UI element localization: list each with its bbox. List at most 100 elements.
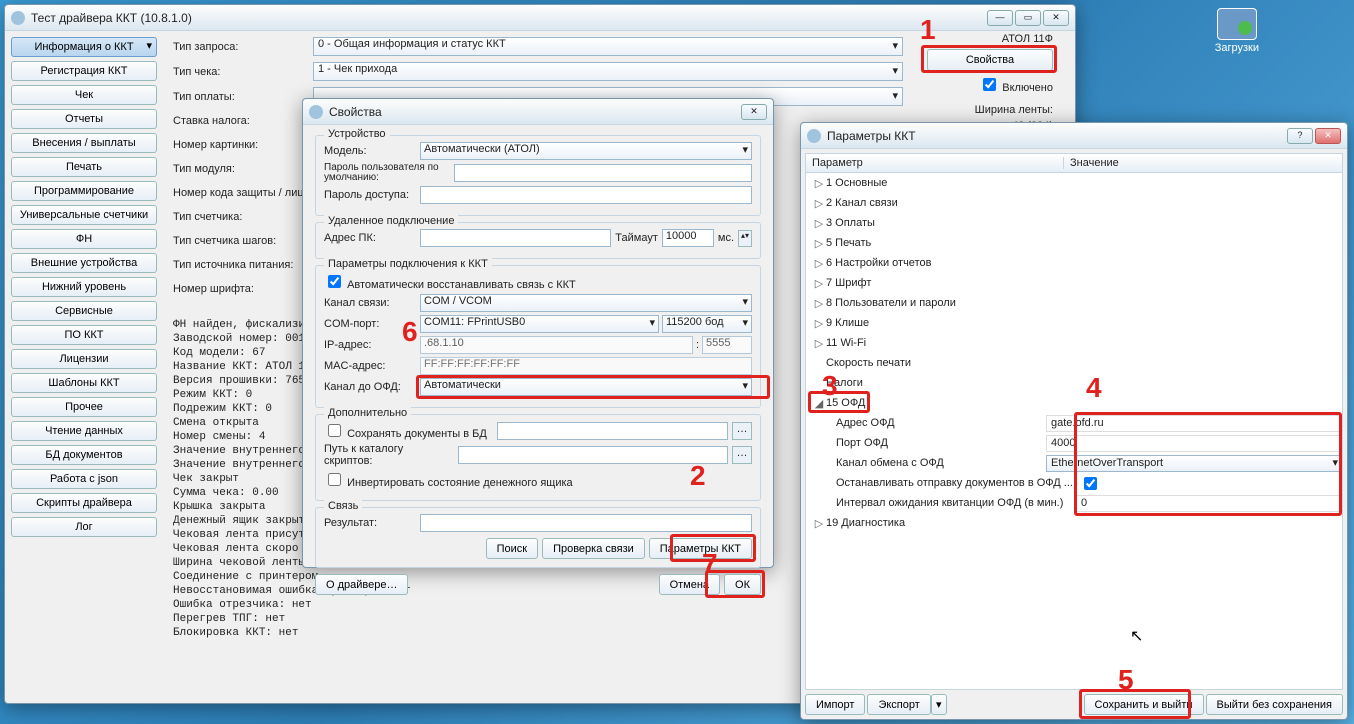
sidebar-item-reg[interactable]: Регистрация ККТ [11, 61, 157, 81]
props-titlebar[interactable]: Свойства ✕ [303, 99, 773, 125]
col-param-label: Параметр [806, 157, 1064, 169]
sidebar-item-prog[interactable]: Программирование [11, 181, 157, 201]
reqtype-select[interactable]: 0 - Общая информация и статус ККТ [313, 37, 903, 56]
sidebar-item-misc[interactable]: Прочее [11, 397, 157, 417]
browse-db-button[interactable]: … [732, 422, 752, 440]
ofdch-label: Канал до ОФД: [324, 381, 420, 393]
invert-checkbox[interactable]: Инвертировать состояние денежного ящика [324, 470, 573, 489]
tree-node[interactable]: ▷8 Пользователи и пароли [806, 293, 1342, 313]
check-conn-button[interactable]: Проверка связи [542, 538, 645, 559]
ofd-interval-row[interactable]: Интервал ожидания квитанции ОФД (в мин.)… [806, 493, 1342, 513]
sidebar-item-ext[interactable]: Внешние устройства [11, 253, 157, 273]
tree-node[interactable]: ▷7 Шрифт [806, 273, 1342, 293]
main-titlebar[interactable]: Тест драйвера ККТ (10.8.1.0) — ▭ ✕ [5, 5, 1075, 31]
save-exit-button[interactable]: Сохранить и выйти [1084, 694, 1204, 715]
ofdch-select[interactable]: Автоматически [420, 378, 752, 396]
pcaddr-label: Адрес ПК: [324, 232, 420, 244]
tree-node[interactable]: Налоги [806, 373, 1342, 393]
sidebar-item-db[interactable]: БД документов [11, 445, 157, 465]
about-button[interactable]: О драйвере… [315, 574, 408, 595]
tree-node[interactable]: ▷3 Оплаты [806, 213, 1342, 233]
tree-node[interactable]: ▷5 Печать [806, 233, 1342, 253]
props-button[interactable]: Свойства [927, 49, 1053, 71]
sidebar-item-tpl[interactable]: Шаблоны ККТ [11, 373, 157, 393]
params-titlebar[interactable]: Параметры ККТ ? ✕ [801, 123, 1347, 149]
ip-input[interactable]: .68.1.10 [420, 336, 693, 354]
pwd-access-input[interactable] [420, 186, 752, 204]
tree-node[interactable]: ▷2 Канал связи [806, 193, 1342, 213]
sidebar-item-scripts[interactable]: Скрипты драйвера [11, 493, 157, 513]
params-kkt-button[interactable]: Параметры ККТ [649, 538, 752, 559]
ofd-addr-row[interactable]: Адрес ОФДgate.ofd.ru [806, 413, 1342, 433]
exit-nosave-button[interactable]: Выйти без сохранения [1206, 694, 1344, 715]
search-button[interactable]: Поиск [486, 538, 538, 559]
scriptpath-label: Путь к каталогу скриптов: [324, 443, 454, 467]
chktype-label: Тип чека: [173, 66, 313, 78]
import-button[interactable]: Импорт [805, 694, 865, 715]
ofd-port-value[interactable]: 4000 [1046, 435, 1342, 452]
sidebar-item-svc[interactable]: Сервисные [11, 301, 157, 321]
ok-button[interactable]: ОК [724, 574, 761, 595]
sidebar-item-lic[interactable]: Лицензии [11, 349, 157, 369]
props-close-button[interactable]: ✕ [741, 104, 767, 120]
channel-select[interactable]: COM / VCOM [420, 294, 752, 312]
pcaddr-input[interactable] [420, 229, 611, 247]
ofd-channel-value[interactable]: EthernetOverTransport [1046, 455, 1342, 472]
cancel-button[interactable]: Отмена [659, 574, 720, 595]
export-button[interactable]: Экспорт [867, 694, 930, 715]
ofd-stop-value[interactable] [1076, 474, 1342, 493]
minimize-button[interactable]: — [987, 10, 1013, 26]
enabled-checkbox[interactable]: Включено [927, 75, 1053, 94]
model-select[interactable]: Автоматически (АТОЛ) [420, 142, 752, 160]
ofd-addr-value[interactable]: gate.ofd.ru [1046, 415, 1342, 432]
sidebar-item-pokkt[interactable]: ПО ККТ [11, 325, 157, 345]
sidebar-item-deposits[interactable]: Внесения / выплаты [11, 133, 157, 153]
ofd-interval-value[interactable]: 0 [1076, 495, 1342, 512]
ip-label: IP-адрес: [324, 339, 420, 351]
tree-node[interactable]: ▷19 Диагностика [806, 513, 1342, 533]
desktop-icon-label: Загрузки [1215, 42, 1259, 54]
cnttype-label: Тип счетчика: [173, 211, 313, 223]
pwd-default-input[interactable] [454, 164, 752, 182]
export-menu-button[interactable]: ▾ [931, 694, 947, 715]
baud-select[interactable]: 115200 бод [662, 315, 752, 333]
tree-node-ofd[interactable]: ◢15 ОФД [806, 393, 1342, 413]
timeout-input[interactable]: 10000 [662, 229, 714, 247]
close-button[interactable]: ✕ [1043, 10, 1069, 26]
mac-input[interactable]: FF:FF:FF:FF:FF:FF [420, 357, 752, 375]
ofd-channel-row[interactable]: Канал обмена с ОФДEthernetOverTransport [806, 453, 1342, 473]
timeout-stepper[interactable]: ▴▾ [738, 230, 752, 247]
chktype-select[interactable]: 1 - Чек прихода [313, 62, 903, 81]
scriptpath-input[interactable] [458, 446, 728, 464]
auto-restore-checkbox[interactable]: Автоматически восстанавливать связь с КК… [324, 272, 576, 291]
sidebar-item-info[interactable]: Информация о ККТ [11, 37, 157, 57]
savedb-path-input[interactable] [497, 422, 728, 440]
ofd-port-row[interactable]: Порт ОФД4000 [806, 433, 1342, 453]
desktop-icon-downloads[interactable]: Загрузки [1215, 8, 1259, 54]
sidebar-item-reports[interactable]: Отчеты [11, 109, 157, 129]
sidebar-item-low[interactable]: Нижний уровень [11, 277, 157, 297]
sidebar-item-chek[interactable]: Чек [11, 85, 157, 105]
tree-node[interactable]: ▷9 Клише [806, 313, 1342, 333]
tree-node[interactable]: Скорость печати [806, 353, 1342, 373]
savedb-checkbox[interactable]: Сохранять документы в БД [324, 421, 487, 440]
sidebar-item-read[interactable]: Чтение данных [11, 421, 157, 441]
maximize-button[interactable]: ▭ [1015, 10, 1041, 26]
comport-select[interactable]: COM11: FPrintUSB0 [420, 315, 659, 333]
port-input[interactable]: 5555 [702, 336, 752, 354]
sidebar-item-log[interactable]: Лог [11, 517, 157, 537]
tree-node[interactable]: ▷1 Основные [806, 173, 1342, 193]
browse-script-button[interactable]: … [732, 446, 752, 464]
ofd-stop-row[interactable]: Останавливать отправку документов в ОФД … [806, 473, 1342, 493]
params-tree[interactable]: ▷1 Основные ▷2 Канал связи ▷3 Оплаты ▷5 … [805, 173, 1343, 690]
sidebar-item-fn[interactable]: ФН [11, 229, 157, 249]
sidebar-item-json[interactable]: Работа с json [11, 469, 157, 489]
timeout-label: Таймаут [615, 232, 658, 244]
params-window: Параметры ККТ ? ✕ Параметр Значение ▷1 О… [800, 122, 1348, 720]
tree-node[interactable]: ▷11 Wi-Fi [806, 333, 1342, 353]
sidebar-item-print[interactable]: Печать [11, 157, 157, 177]
tree-node[interactable]: ▷6 Настройки отчетов [806, 253, 1342, 273]
params-close-button[interactable]: ✕ [1315, 128, 1341, 144]
sidebar-item-counters[interactable]: Универсальные счетчики [11, 205, 157, 225]
help-button[interactable]: ? [1287, 128, 1313, 144]
